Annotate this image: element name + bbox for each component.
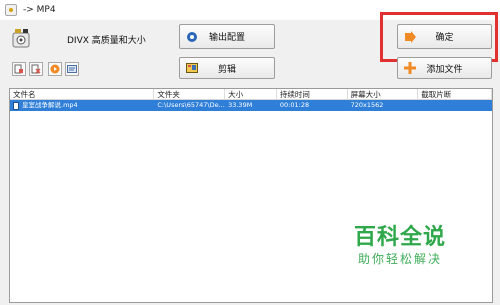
main-panel: DIVX 高质量和大小 输出配置 剪辑 确定 添加文件 文件名 文件夹 大小 持… bbox=[0, 12, 500, 305]
cell-screen-size: 720x1562 bbox=[350, 101, 384, 109]
column-header-screen-size[interactable]: 屏幕大小 bbox=[348, 89, 419, 99]
clip-label: 剪辑 bbox=[217, 64, 236, 75]
file-icon bbox=[13, 101, 19, 110]
watermark-title: 百科全说 bbox=[353, 225, 446, 250]
clip-button[interactable]: 剪辑 bbox=[179, 57, 275, 79]
column-header-folder[interactable]: 文件夹 bbox=[154, 89, 226, 99]
plus-icon bbox=[404, 62, 416, 74]
toolbar-play-button[interactable] bbox=[48, 62, 62, 76]
output-config-button[interactable]: 输出配置 bbox=[179, 24, 275, 49]
add-file-label: 添加文件 bbox=[426, 64, 463, 75]
cell-clip bbox=[418, 100, 492, 111]
output-config-label: 输出配置 bbox=[208, 33, 245, 43]
column-header-size[interactable]: 大小 bbox=[225, 89, 277, 99]
film-clip-icon bbox=[186, 63, 198, 73]
settings-disc-icon bbox=[187, 31, 197, 42]
watermark-subtitle: 助你轻松解决 bbox=[357, 252, 442, 266]
file-list-table[interactable]: 文件名 文件夹 大小 持续时间 屏幕大小 截取片断 皇室战争解说.mp4 C:\… bbox=[9, 88, 493, 303]
add-file-icon bbox=[14, 64, 23, 74]
column-header-filename[interactable]: 文件名 bbox=[10, 89, 155, 99]
watermark: 百科全说 助你轻松解决 bbox=[340, 225, 460, 267]
play-icon bbox=[50, 64, 60, 74]
highlight-frame bbox=[380, 12, 498, 62]
info-icon bbox=[67, 65, 77, 73]
app-icon bbox=[5, 4, 17, 16]
cell-duration: 00:01:28 bbox=[279, 101, 310, 109]
remove-file-icon bbox=[31, 64, 41, 74]
column-header-clip[interactable]: 截取片断 bbox=[418, 89, 492, 99]
column-header-duration[interactable]: 持续时间 bbox=[277, 89, 348, 99]
format-film-icon bbox=[12, 29, 30, 48]
filename-text: 皇室战争解说.mp4 bbox=[22, 101, 78, 109]
table-header: 文件名 文件夹 大小 持续时间 屏幕大小 截取片断 bbox=[10, 89, 492, 100]
cell-folder: C:\Users\65747\De... bbox=[157, 101, 225, 109]
cell-filename: 皇室战争解说.mp4 bbox=[10, 100, 154, 111]
window-title: -> MP4 bbox=[23, 5, 56, 15]
table-row[interactable]: 皇室战争解说.mp4 C:\Users\65747\De... 33.39M 0… bbox=[10, 100, 492, 111]
format-label: DIVX 高质量和大小 bbox=[67, 36, 146, 46]
toolbar-info-button[interactable] bbox=[65, 62, 79, 76]
toolbar-remove-file-button[interactable] bbox=[29, 62, 43, 76]
toolbar-add-file-button[interactable] bbox=[12, 62, 26, 76]
cell-size: 33.39M bbox=[228, 101, 253, 109]
add-file-button[interactable]: 添加文件 bbox=[397, 57, 492, 79]
